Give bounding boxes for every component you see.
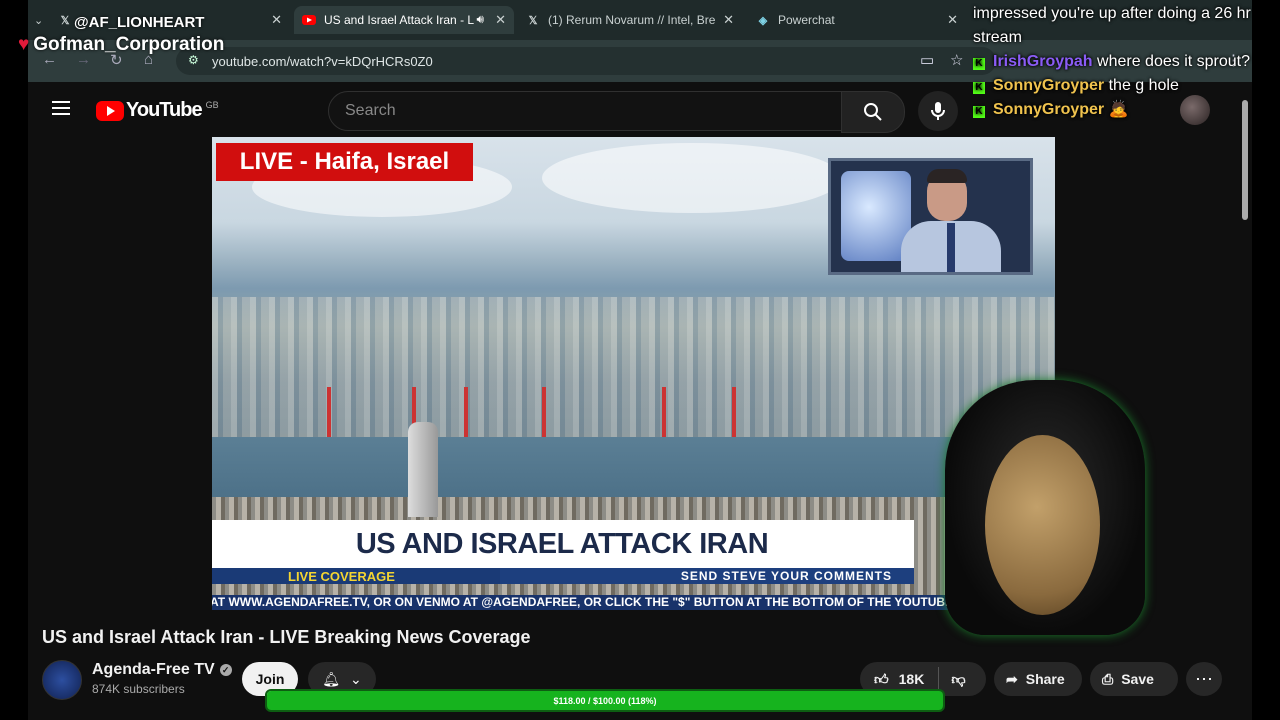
chat-username: SonnyGroyper	[993, 101, 1105, 118]
save-label: Save	[1121, 671, 1154, 687]
corp-label: ♥ Gofman_Corporation	[18, 34, 224, 56]
close-icon[interactable]: ✕	[271, 12, 282, 28]
chat-message: K IrishGroypah where does it sprout?	[973, 50, 1273, 74]
sub-banner: LIVE COVERAGE SEND STEVE YOUR COMMENTS	[212, 568, 914, 584]
tab-label: (1) Rerum Novarum // Intel, Bre	[548, 13, 716, 27]
bookmark-star-icon[interactable]: ☆	[950, 51, 963, 69]
divider	[938, 667, 940, 691]
crane	[732, 387, 736, 437]
youtube-icon	[302, 13, 316, 27]
presenter-tie	[947, 223, 955, 272]
powerchat-icon: ◈	[758, 14, 768, 27]
thumbs-down-icon[interactable]: 👎︎	[951, 671, 965, 688]
kick-icon: K	[973, 82, 985, 94]
chat-username: SonnyGroyper	[993, 77, 1105, 94]
voice-search-button[interactable]	[918, 91, 958, 131]
tab-x-rerum[interactable]: 𝕏 (1) Rerum Novarum // Intel, Bre ✕	[526, 6, 742, 34]
live-coverage-label: LIVE COVERAGE	[212, 568, 500, 584]
kick-icon: K	[973, 58, 985, 70]
hamburger-menu-icon[interactable]	[52, 101, 70, 115]
share-label: Share	[1025, 671, 1065, 687]
cloud	[542, 143, 842, 213]
close-icon[interactable]: ✕	[723, 12, 734, 28]
search-button[interactable]	[841, 91, 905, 133]
share-icon: ➦	[1006, 670, 1018, 687]
avatar-face	[985, 435, 1100, 615]
chat-message: K SonnyGroyper the g hole	[973, 74, 1273, 98]
country-code: GB	[205, 99, 219, 110]
crane	[464, 387, 468, 437]
donation-goal-bar: $118.00 / $100.00 (118%)	[265, 689, 945, 712]
tab-powerchat[interactable]: ◈ Powerchat ✕	[756, 6, 966, 34]
potato-avatar	[945, 380, 1145, 635]
search-placeholder: Search	[345, 102, 396, 119]
chat-text: the g hole	[1108, 77, 1179, 94]
chat-message: K SonnyGroyper 🙇	[973, 98, 1273, 122]
chat-text: 🙇	[1108, 101, 1129, 118]
city-skyline	[212, 297, 1055, 437]
address-bar[interactable]: ⚙ youtube.com/watch?v=kDQrHCRs0Z0	[176, 47, 996, 75]
x-icon: 𝕏	[60, 14, 70, 27]
like-count[interactable]: 18K	[899, 671, 925, 687]
crane	[542, 387, 546, 437]
donation-label: $118.00 / $100.00 (118%)	[553, 695, 657, 706]
chat-text: impressed you're up after doing a 26 hr …	[973, 5, 1251, 46]
youtube-play-icon	[96, 100, 124, 121]
channel-avatar[interactable]	[42, 660, 82, 700]
crane	[662, 387, 666, 437]
search-input[interactable]: Search	[328, 91, 842, 131]
crane	[327, 387, 331, 437]
headline-banner: US AND ISRAEL ATTACK IRAN	[212, 520, 914, 568]
tab-label: Powerchat	[778, 13, 835, 27]
channel-name[interactable]: Agenda-Free TV ✓	[92, 661, 232, 679]
presenter-inset	[828, 158, 1033, 275]
install-icon[interactable]: ▭	[920, 51, 934, 69]
chat-overlay: impressed you're up after doing a 26 hr …	[973, 2, 1273, 122]
microphone-icon	[931, 102, 945, 120]
page-scrollbar[interactable]	[1240, 86, 1250, 720]
search-icon	[864, 103, 882, 121]
kick-icon: K	[973, 106, 985, 118]
video-player[interactable]: LIVE - Haifa, Israel US AND ISRAEL ATTAC…	[212, 137, 1055, 610]
corp-text: Gofman_Corporation	[33, 34, 225, 55]
close-icon[interactable]: ✕	[947, 12, 958, 28]
live-location-label: LIVE - Haifa, Israel	[216, 143, 473, 181]
send-comments-label: SEND STEVE YOUR COMMENTS	[680, 569, 892, 583]
bookmark-icon: ⎙	[1102, 670, 1114, 687]
youtube-logo[interactable]: YouTube GB	[96, 99, 219, 122]
speaker-icon[interactable]: 🔊︎	[476, 12, 484, 27]
chevron-down-icon: ⌄	[350, 670, 362, 687]
x-icon: 𝕏	[528, 14, 538, 27]
sail-tower-building	[408, 422, 438, 517]
thumbs-up-icon[interactable]: 👍︎	[874, 671, 889, 688]
news-ticker: AT WWW.AGENDAFREE.TV, OR ON VENMO AT @AG…	[212, 595, 1055, 610]
presenter-hair	[927, 169, 967, 183]
subscriber-count: 874K subscribers	[92, 682, 185, 696]
tab-label: US and Israel Attack Iran - L	[324, 13, 475, 27]
chat-username: IrishGroypah	[993, 53, 1093, 70]
streamer-handle: @AF_LIONHEART	[74, 14, 205, 31]
tab-list-button[interactable]: ⌄	[34, 6, 48, 34]
ellipsis-icon: ⋯	[1195, 668, 1213, 689]
chat-message: impressed you're up after doing a 26 hr …	[973, 2, 1273, 50]
channel-name-text: Agenda-Free TV	[92, 661, 215, 678]
verified-icon: ✓	[219, 664, 232, 676]
chat-text: where does it sprout?	[1097, 53, 1251, 70]
heart-icon: ♥	[18, 34, 30, 55]
video-title: US and Israel Attack Iran - LIVE Breakin…	[42, 627, 531, 647]
close-icon[interactable]: ✕	[495, 12, 506, 28]
save-button[interactable]: ⎙ Save	[1090, 662, 1178, 696]
bell-icon: 🔔︎	[322, 670, 341, 687]
youtube-wordmark: YouTube	[126, 99, 203, 121]
url-text: youtube.com/watch?v=kDQrHCRs0Z0	[212, 53, 433, 69]
share-button[interactable]: ➦ Share	[994, 662, 1082, 696]
more-actions-button[interactable]: ⋯	[1186, 662, 1222, 696]
tab-youtube[interactable]: US and Israel Attack Iran - L 🔊︎ ✕	[294, 6, 514, 34]
